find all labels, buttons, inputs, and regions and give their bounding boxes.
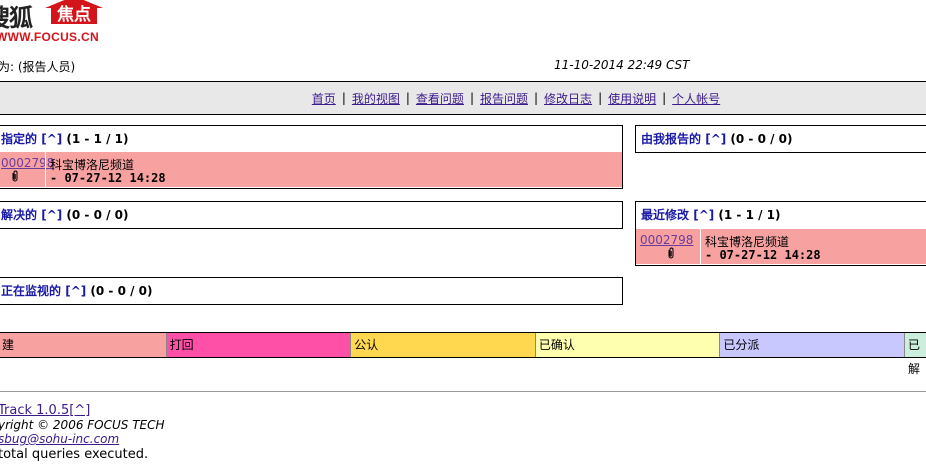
menu-separator: |	[341, 91, 346, 105]
menu-item-3[interactable]: 报告问题	[480, 90, 528, 107]
recent-title[interactable]: 最近修改	[641, 208, 689, 222]
logo-house-icon: 焦点	[45, 0, 103, 25]
logo-cn-text: 搜狐	[0, 4, 33, 32]
status-legend: 建打回 公认 已确认 已分派 已解	[0, 332, 926, 376]
current-datetime: 11-10-2014 22:49 CST	[554, 58, 690, 72]
bug-id-link[interactable]: 0002798	[640, 233, 693, 247]
bug-row: 0002798 科宝博洛尼频道 - 07-27-12 14:28	[636, 229, 926, 264]
status-cell: 已确认	[535, 333, 721, 357]
menu-separator: |	[534, 91, 539, 105]
resolved-title[interactable]: 解决的	[1, 208, 37, 222]
box-title: 最近修改 [^] (1 - 1 / 1)	[636, 202, 926, 228]
status-cell: 打回	[166, 333, 352, 357]
bug-time: - 07-27-12 14:28	[50, 171, 166, 185]
footer-version: Track 1.0.5[^]	[0, 403, 90, 418]
status-cell: 建	[0, 333, 167, 357]
logo-url: WWW.FOCUS.CN	[0, 30, 99, 44]
collapse-link[interactable]: [^]	[41, 208, 62, 222]
status-cell: 已解	[905, 333, 926, 376]
reported-title[interactable]: 由我报告的	[641, 132, 701, 146]
menu-item-5[interactable]: 使用说明	[608, 90, 656, 107]
assigned-box: 指定的 [^] (1 - 1 / 1) 0002798 科宝博洛尼频道 - 07…	[0, 125, 623, 189]
collapse-link[interactable]: [^]	[41, 132, 62, 146]
collapse-link[interactable]: [^]	[693, 208, 714, 222]
menu-separator: |	[598, 91, 603, 105]
reported-box: 由我报告的 [^] (0 - 0 / 0)	[635, 125, 926, 153]
collapse-link[interactable]: [^]	[705, 132, 726, 146]
menu-item-0[interactable]: 首页	[312, 90, 336, 107]
box-title: 正在监视的 [^] (0 - 0 / 0)	[0, 278, 622, 304]
assigned-title[interactable]: 指定的	[1, 132, 37, 146]
bug-time: - 07-27-12 14:28	[705, 248, 821, 262]
top-link[interactable]: [^]	[69, 403, 90, 418]
menu-separator: |	[469, 91, 474, 105]
site-logo: 搜狐 焦点 WWW.FOCUS.CN	[0, 0, 116, 50]
footer-queries: total queries executed.	[0, 447, 149, 462]
footer-divider	[0, 391, 926, 392]
version-link[interactable]: Track 1.0.5	[0, 403, 69, 418]
row-divider	[45, 152, 46, 187]
recent-box: 最近修改 [^] (1 - 1 / 1) 0002798 科宝博洛尼频道 - 0…	[635, 201, 926, 266]
main-menu: 首页 | 我的视图 | 查看问题 | 报告问题 | 修改日志 | 使用说明 | 个人帐号	[0, 81, 926, 115]
footer-email: sbug@sohu-inc.com	[0, 432, 119, 446]
menu-separator: |	[405, 91, 410, 105]
row-divider	[700, 229, 701, 264]
menu-item-6[interactable]: 个人帐号	[672, 90, 720, 107]
footer-copyright: yright © 2006 FOCUS TECH	[0, 418, 165, 432]
menu-separator: |	[662, 91, 667, 105]
menu-item-2[interactable]: 查看问题	[416, 90, 464, 107]
box-title: 由我报告的 [^] (0 - 0 / 0)	[636, 126, 926, 152]
monitored-title[interactable]: 正在监视的	[1, 284, 61, 298]
menu-item-1[interactable]: 我的视图	[352, 90, 400, 107]
email-link[interactable]: sbug@sohu-inc.com	[0, 432, 119, 446]
status-cell: 公认	[351, 333, 536, 357]
menu-item-4[interactable]: 修改日志	[544, 90, 592, 107]
recent-count: (1 - 1 / 1)	[718, 208, 781, 222]
reported-count: (0 - 0 / 0)	[730, 132, 793, 146]
box-title: 指定的 [^] (1 - 1 / 1)	[0, 126, 622, 152]
monitored-box: 正在监视的 [^] (0 - 0 / 0)	[0, 277, 623, 305]
resolved-box: 解决的 [^] (0 - 0 / 0)	[0, 201, 623, 229]
assigned-count: (1 - 1 / 1)	[66, 132, 129, 146]
box-title: 解决的 [^] (0 - 0 / 0)	[0, 202, 622, 228]
login-info: 为: (报告人员)	[0, 60, 76, 74]
logo-red-text: 焦点	[56, 4, 91, 25]
bug-id-link[interactable]: 0002798	[1, 156, 54, 170]
status-cell: 已分派	[720, 333, 906, 357]
paperclip-icon	[11, 170, 19, 185]
bug-row: 0002798 科宝博洛尼频道 - 07-27-12 14:28	[0, 152, 622, 187]
resolved-count: (0 - 0 / 0)	[66, 208, 129, 222]
monitored-count: (0 - 0 / 0)	[90, 284, 153, 298]
paperclip-icon	[667, 247, 675, 262]
collapse-link[interactable]: [^]	[65, 284, 86, 298]
